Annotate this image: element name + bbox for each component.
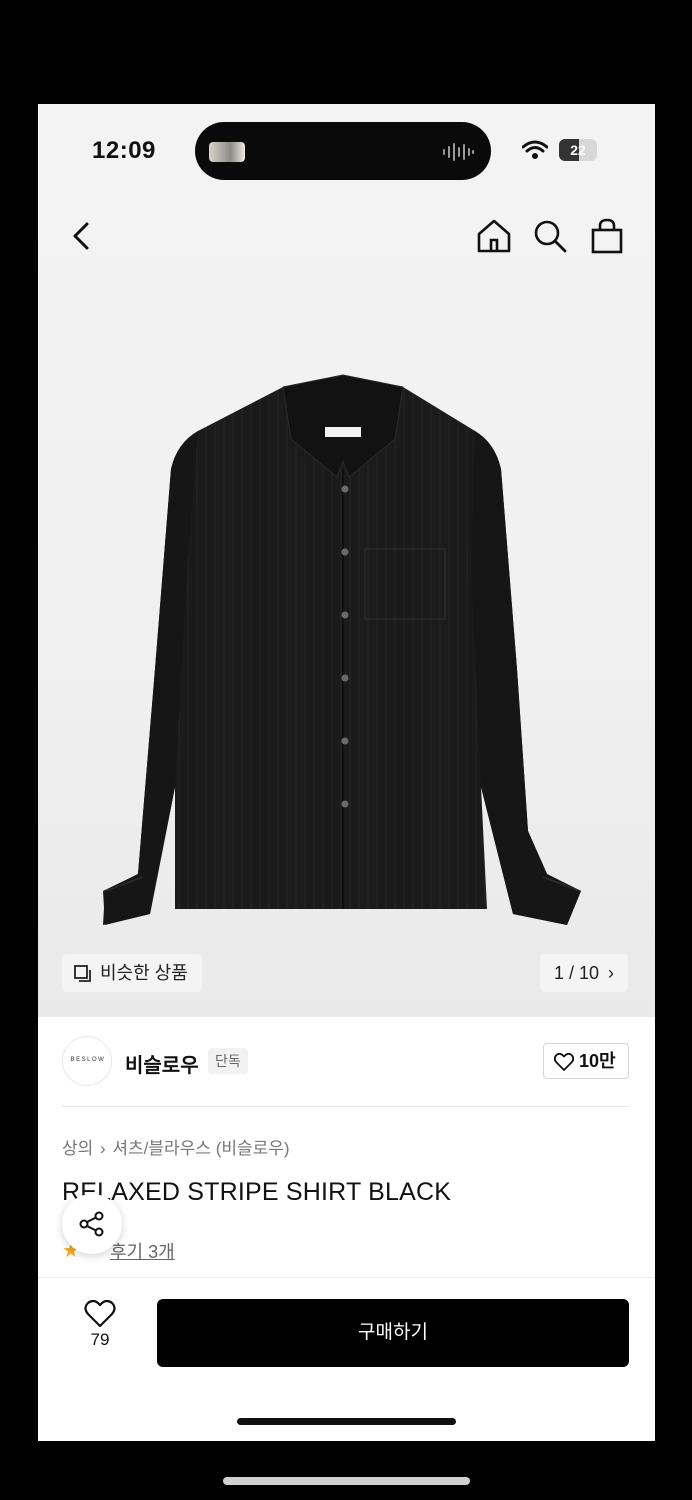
breadcrumb-item[interactable]: 셔츠/블라우스 (비슬로우) [112, 1139, 289, 1158]
similar-products-label: 비슷한 상품 [100, 963, 188, 983]
similar-items-icon [74, 965, 91, 982]
status-bar: 12:09 22 [38, 104, 655, 199]
heart-icon [554, 1053, 574, 1071]
brand-logo[interactable]: BESLOW [62, 1036, 112, 1086]
search-icon[interactable] [530, 216, 570, 256]
status-time: 12:09 [92, 137, 156, 164]
section-divider [62, 1106, 629, 1107]
battery-indicator: 22 [559, 139, 597, 161]
reviews-link[interactable]: 후기 3개 [110, 1238, 175, 1264]
home-indicator[interactable] [237, 1418, 456, 1425]
breadcrumb: 상의 › 셔츠/블라우스 (비슬로우) [62, 1134, 292, 1159]
heart-icon [84, 1300, 116, 1328]
battery-level: 22 [570, 142, 586, 158]
product-image-shirt [103, 374, 581, 925]
breadcrumb-item[interactable]: 상의 [62, 1139, 93, 1158]
exclusive-badge: 단독 [208, 1048, 248, 1074]
app-screen: 12:09 22 비슷한 상품 1 / 10 › BESLOW 비슬로우 단독 … [38, 104, 655, 1441]
home-icon[interactable] [474, 216, 514, 256]
outer-home-indicator [223, 1477, 470, 1485]
share-button[interactable] [62, 1194, 122, 1254]
product-title: RELAXED STRIPE SHIRT BLACK [62, 1178, 452, 1206]
shopping-bag-icon[interactable] [587, 216, 627, 256]
brand-like-count: 10만 [579, 1051, 616, 1071]
share-icon [79, 1211, 104, 1237]
bottom-bar-divider [38, 1277, 655, 1278]
now-playing-thumbnail [209, 142, 245, 162]
brand-name[interactable]: 비슬로우 [125, 1049, 199, 1078]
buy-button[interactable]: 구매하기 [157, 1299, 629, 1367]
chevron-right-icon: › [608, 963, 615, 983]
gallery-page-indicator[interactable]: 1 / 10 › [540, 954, 628, 992]
brand-logo-text: BESLOW [70, 1057, 106, 1063]
audio-wave-icon [443, 143, 474, 161]
wishlist-count: 79 [90, 1330, 110, 1349]
wifi-icon [522, 140, 548, 159]
chevron-left-icon[interactable] [62, 216, 102, 256]
breadcrumb-separator: › [100, 1139, 111, 1158]
wishlist-button[interactable]: 79 [80, 1300, 120, 1370]
brand-like-button[interactable]: 10만 [543, 1043, 629, 1079]
page-indicator-text: 1 / 10 [553, 963, 600, 983]
similar-products-button[interactable]: 비슷한 상품 [62, 954, 202, 992]
dynamic-island[interactable] [195, 122, 491, 180]
